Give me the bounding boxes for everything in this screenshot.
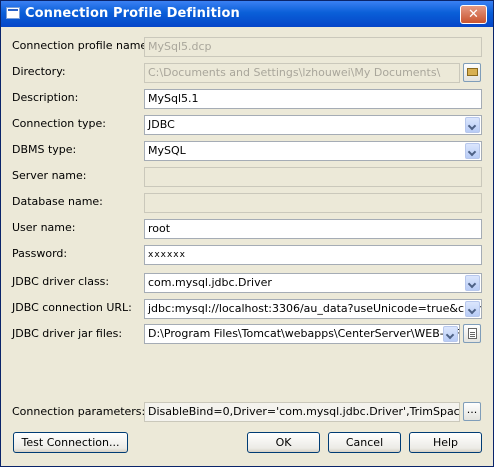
dbms-type-label: DBMS type:: [12, 143, 77, 156]
window-icon: [6, 7, 20, 19]
chevron-down-icon[interactable]: [465, 301, 480, 317]
profile-name-label: Connection profile name:: [12, 39, 151, 52]
jdbc-url-select[interactable]: jdbc:mysql://localhost:3306/au_data?useU…: [144, 299, 482, 319]
user-name-label: User name:: [12, 221, 76, 234]
directory-label: Directory:: [12, 65, 66, 78]
close-button[interactable]: ✕: [460, 5, 487, 24]
profile-name-field: MySql5.dcp: [144, 37, 482, 57]
cancel-button[interactable]: Cancel: [328, 432, 401, 453]
connection-profile-dialog: Connection Profile Definition ✕ Connecti…: [0, 0, 494, 467]
jdbc-driver-class-value: com.mysql.jdbc.Driver: [148, 276, 272, 289]
chevron-down-icon[interactable]: [465, 117, 480, 133]
jdbc-url-label: JDBC connection URL:: [12, 301, 132, 314]
password-field[interactable]: xxxxxx: [144, 245, 482, 265]
document-icon: [468, 328, 477, 339]
directory-field: C:\Documents and Settings\lzhouwei\My Do…: [144, 63, 460, 83]
connection-parameters-field[interactable]: DisableBind=0,Driver='com.mysql.jdbc.Dri…: [144, 402, 460, 422]
jdbc-jar-files-label: JDBC driver jar files:: [12, 327, 123, 340]
jar-files-edit-button[interactable]: [463, 324, 481, 343]
connection-type-select[interactable]: JDBC: [144, 115, 482, 135]
jdbc-jar-files-value: D:\Program Files\Tomcat\webapps\CenterSe…: [148, 327, 460, 340]
server-name-field: [144, 167, 482, 187]
help-button[interactable]: Help: [409, 432, 482, 453]
chevron-down-icon[interactable]: [465, 143, 480, 159]
window-title: Connection Profile Definition: [25, 6, 240, 21]
description-field[interactable]: MySql5.1: [144, 89, 482, 109]
dbms-type-value: MySQL: [148, 144, 186, 157]
database-name-field: [144, 193, 482, 213]
user-name-field[interactable]: root: [144, 219, 482, 239]
chevron-down-icon[interactable]: [443, 326, 458, 342]
title-bar[interactable]: Connection Profile Definition ✕: [1, 1, 493, 27]
folder-icon: [467, 68, 478, 76]
jdbc-jar-files-select[interactable]: D:\Program Files\Tomcat\webapps\CenterSe…: [144, 324, 460, 344]
connection-parameters-label: Connection parameters:: [12, 405, 146, 418]
chevron-down-icon[interactable]: [465, 275, 480, 291]
description-label: Description:: [12, 91, 79, 104]
test-connection-button[interactable]: Test Connection...: [13, 432, 128, 453]
jdbc-driver-class-select[interactable]: com.mysql.jdbc.Driver: [144, 273, 482, 293]
ok-button[interactable]: OK: [247, 432, 320, 453]
jdbc-driver-class-label: JDBC driver class:: [12, 275, 110, 288]
connection-parameters-button[interactable]: ...: [463, 402, 481, 421]
database-name-label: Database name:: [12, 195, 103, 208]
connection-type-label: Connection type:: [12, 117, 107, 130]
password-label: Password:: [12, 247, 68, 260]
server-name-label: Server name:: [12, 169, 87, 182]
connection-type-value: JDBC: [148, 118, 175, 131]
browse-directory-button[interactable]: [463, 63, 481, 82]
jdbc-url-value: jdbc:mysql://localhost:3306/au_data?useU…: [148, 302, 482, 315]
dbms-type-select[interactable]: MySQL: [144, 141, 482, 161]
